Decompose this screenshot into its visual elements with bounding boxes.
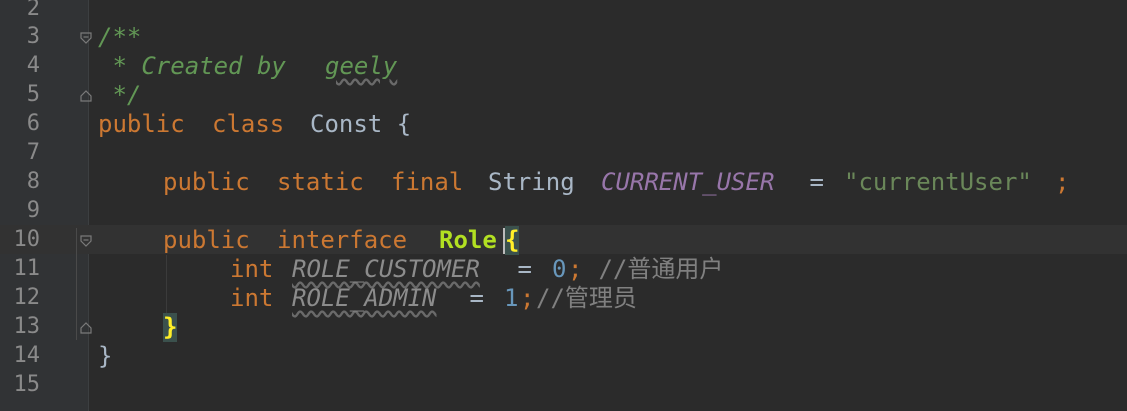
fold-collapse-icon[interactable]	[80, 32, 92, 44]
constant-role-admin: ROLE_ADMIN	[292, 284, 437, 312]
keyword-public: public	[98, 110, 185, 138]
doc-comment-text: * Created by	[98, 52, 301, 80]
line-number: 13	[13, 314, 41, 339]
fold-end-icon[interactable]	[80, 322, 92, 334]
semicolon: ;	[1055, 168, 1070, 196]
text-caret	[503, 228, 505, 254]
operator-equals: =	[795, 168, 839, 196]
keyword-static: static	[277, 168, 364, 196]
constant-role-customer: ROLE_CUSTOMER	[292, 255, 480, 283]
keyword-int: int	[230, 255, 274, 283]
indent-guide	[166, 255, 167, 313]
close-brace: }	[98, 342, 113, 370]
keyword-final: final	[391, 168, 464, 196]
line-number: 5	[26, 82, 40, 107]
line-number: 4	[26, 53, 40, 78]
keyword-class: class	[212, 110, 285, 138]
fold-collapse-icon[interactable]	[80, 235, 92, 247]
semicolon: ;	[520, 284, 535, 312]
string-literal: "currentUser"	[844, 168, 1032, 196]
line-number: 8	[26, 169, 40, 194]
line-number: 12	[13, 285, 41, 310]
interface-name: Role	[439, 226, 497, 254]
type-string: String	[488, 168, 575, 196]
line-number: 6	[26, 111, 40, 136]
line-comment: //管理员	[536, 284, 637, 312]
line-number: 3	[26, 24, 40, 49]
constant-current-user: CURRENT_USER	[601, 168, 775, 196]
code-editor[interactable]: 2 3 4 5 6 7 8 9 10 11 12 13 14 15 /** * …	[0, 0, 1127, 411]
fold-end-icon[interactable]	[80, 90, 92, 102]
line-number: 10	[13, 227, 41, 252]
class-name: Const {	[310, 110, 412, 138]
semicolon: ;	[568, 255, 583, 283]
keyword-public: public	[163, 226, 250, 254]
doc-comment-close: */	[98, 81, 142, 109]
line-number: 9	[26, 198, 40, 223]
number-literal: 0	[552, 255, 567, 283]
indent-guide	[76, 228, 77, 340]
line-number: 11	[13, 256, 41, 281]
operator-equals: =	[503, 255, 547, 283]
keyword-public: public	[163, 168, 250, 196]
keyword-int: int	[230, 284, 274, 312]
keyword-interface: interface	[277, 226, 408, 254]
number-literal: 1	[504, 284, 519, 312]
line-number: 2	[26, 0, 40, 21]
close-brace-matched: }	[163, 313, 178, 342]
line-number: 14	[13, 343, 41, 368]
line-number: 7	[26, 140, 40, 165]
operator-equals: =	[455, 284, 499, 312]
line-number: 15	[13, 372, 41, 397]
line-comment: //普通用户	[584, 255, 724, 283]
doc-comment-author: geely	[325, 52, 398, 80]
doc-comment-open: /**	[98, 23, 142, 51]
open-brace-matched: {	[505, 226, 520, 255]
